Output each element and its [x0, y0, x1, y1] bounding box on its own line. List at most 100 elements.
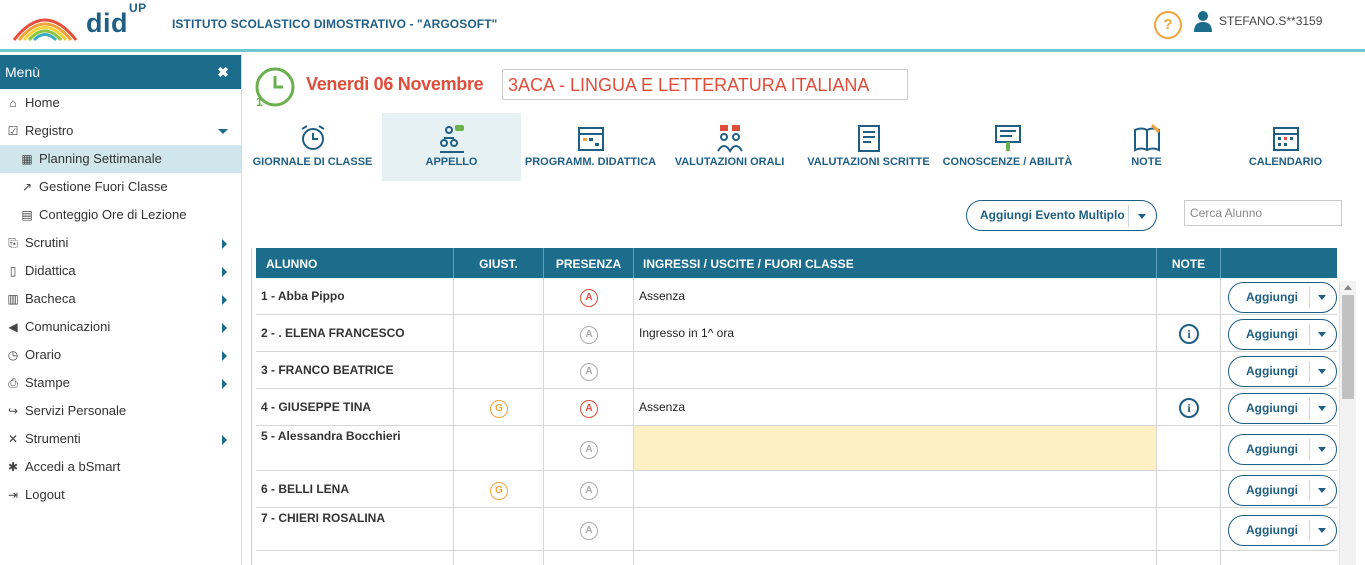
section-tabs: GIORNALE DI CLASSE APPELLO PROGRAMM. DIDAT…	[243, 113, 1358, 181]
tab-valutazioni-orali[interactable]: VALUTAZIONI ORALI	[660, 113, 799, 181]
add-event-button[interactable]: Aggiungi	[1228, 475, 1337, 506]
student-name-cell: 1 - Abba Pippo	[256, 278, 454, 314]
lesson-date: Venerdì 06 Novembre	[306, 74, 484, 94]
divider	[1309, 480, 1310, 501]
presence-badge[interactable]: A	[580, 363, 598, 381]
tab-appello[interactable]: APPELLO	[382, 113, 521, 181]
add-event-button[interactable]: Aggiungi	[1228, 356, 1337, 387]
justified-badge[interactable]: G	[490, 400, 508, 418]
student-name[interactable]: 4 - GIUSEPPE TINA	[261, 400, 371, 414]
sidebar-item-strumenti[interactable]: ✕ Strumenti	[0, 425, 241, 453]
tab-calendario[interactable]: CALENDARIO	[1216, 113, 1355, 181]
info-icon[interactable]: i	[1179, 324, 1199, 344]
megaphone-icon: ◀	[8, 320, 18, 334]
divider	[1309, 361, 1310, 382]
presence-badge[interactable]: A	[580, 400, 598, 418]
ingressi-cell	[634, 471, 1157, 507]
sidebar-item-didattica[interactable]: ▯ Didattica	[0, 257, 241, 285]
student-name[interactable]: 5 - Alessandra Bocchieri	[261, 429, 401, 443]
sidebar-item-logout[interactable]: ⇥ Logout	[0, 481, 241, 509]
tab-valutazioni-scritte[interactable]: VALUTAZIONI SCRITTE	[799, 113, 938, 181]
search-student-input[interactable]	[1184, 200, 1342, 226]
add-event-button[interactable]: Aggiungi	[1228, 282, 1337, 313]
info-icon[interactable]: i	[1179, 398, 1199, 418]
sidebar-item-label: Planning Settimanale	[39, 151, 162, 166]
tab-conoscenze-abilit[interactable]: CONOSCENZE / ABILITÀ	[938, 113, 1077, 181]
presence-badge[interactable]: A	[580, 289, 598, 307]
sidebar-item-scrutini[interactable]: ⎘ Scrutini	[0, 229, 241, 257]
sidebar-item-label: Registro	[25, 123, 74, 138]
note-cell: i	[1157, 389, 1221, 425]
student-name[interactable]: 3 - FRANCO BEATRICE	[261, 363, 393, 377]
sidebar-item-servizi-personale[interactable]: ↪ Servizi Personale	[0, 397, 241, 425]
tab-giornale-di-classe[interactable]: GIORNALE DI CLASSE	[243, 113, 382, 181]
giust-cell	[454, 426, 544, 470]
sidebar-item-label: Comunicazioni	[25, 319, 111, 334]
sidebar-item-conteggio-ore-di-lezione[interactable]: ▤ Conteggio Ore di Lezione	[0, 201, 241, 229]
add-label: Aggiungi	[1246, 364, 1298, 378]
tools-icon: ✕	[7, 432, 19, 446]
note-cell: i	[1157, 315, 1221, 351]
username[interactable]: STEFANO.S**3159	[1219, 14, 1322, 28]
presenza-cell: A	[544, 471, 634, 507]
chevron-down-icon[interactable]	[1318, 488, 1326, 493]
presence-badge[interactable]: A	[580, 522, 598, 540]
divider	[1309, 287, 1310, 308]
chevron-down-icon[interactable]	[1318, 447, 1326, 452]
sidebar-item-registro[interactable]: ☑ Registro	[0, 117, 241, 145]
scroll-thumb[interactable]	[1342, 295, 1354, 399]
table-scrollbar[interactable]	[1339, 281, 1356, 565]
sidebar-item-bacheca[interactable]: ▥ Bacheca	[0, 285, 241, 313]
divider	[1309, 324, 1310, 345]
student-name[interactable]: 7 - CHIERI ROSALINA	[261, 511, 385, 525]
presence-badge[interactable]: A	[580, 326, 598, 344]
add-event-button[interactable]: Aggiungi	[1228, 393, 1337, 424]
close-icon[interactable]: ✖	[217, 55, 229, 89]
sidebar-item-label: Didattica	[25, 263, 76, 278]
presenza-cell: A	[544, 508, 634, 550]
presence-badge[interactable]: A	[580, 482, 598, 500]
tab-note[interactable]: NOTE	[1077, 113, 1216, 181]
sidebar-item-label: Logout	[25, 487, 65, 502]
presenza-cell: A	[544, 389, 634, 425]
tab-programm-didattica[interactable]: PROGRAMM. DIDATTICA	[521, 113, 660, 181]
sidebar-item-home[interactable]: ⌂ Home	[0, 89, 241, 117]
divider	[1309, 520, 1310, 541]
student-name[interactable]: 6 - BELLI LENA	[261, 482, 349, 496]
chevron-down-icon[interactable]	[1318, 295, 1326, 300]
note-cell	[1157, 551, 1221, 565]
class-subject-selector[interactable]: 3ACA - LINGUA E LETTERATURA ITALIANA	[502, 69, 908, 100]
chevron-down-icon[interactable]	[1138, 214, 1146, 219]
scroll-up-icon[interactable]	[1344, 285, 1352, 290]
chevron-down-icon[interactable]	[1318, 332, 1326, 337]
add-multiple-event-button[interactable]: Aggiungi Evento Multiplo	[966, 200, 1157, 231]
sidebar-item-orario[interactable]: ◷ Orario	[0, 341, 241, 369]
add-event-button[interactable]: Aggiungi	[1228, 515, 1337, 546]
header-note: NOTE	[1157, 248, 1221, 278]
sidebar-item-accedi-a-bsmart[interactable]: ✱ Accedi a bSmart	[0, 453, 241, 481]
giust-cell	[454, 278, 544, 314]
external-link-icon: ↗	[21, 180, 33, 194]
ingressi-cell[interactable]	[634, 426, 1157, 470]
sidebar-item-stampe[interactable]: ⎙ Stampe	[0, 369, 241, 397]
chevron-down-icon[interactable]	[1318, 528, 1326, 533]
sidebar-item-planning-settimanale[interactable]: ▦ Planning Settimanale	[0, 145, 241, 173]
student-name[interactable]: 2 - . ELENA FRANCESCO	[261, 326, 405, 340]
header-alunno[interactable]: ALUNNO	[256, 248, 454, 278]
student-name[interactable]: 1 - Abba Pippo	[261, 289, 345, 303]
chevron-down-icon[interactable]	[1318, 369, 1326, 374]
note-cell	[1157, 352, 1221, 388]
justified-badge[interactable]: G	[490, 482, 508, 500]
help-button[interactable]: ?	[1154, 11, 1182, 39]
ingressi-cell	[634, 352, 1157, 388]
sidebar-item-comunicazioni[interactable]: ◀ Comunicazioni	[0, 313, 241, 341]
add-event-button[interactable]: Aggiungi	[1228, 319, 1337, 350]
chevron-down-icon[interactable]	[1318, 406, 1326, 411]
presence-badge[interactable]: A	[580, 441, 598, 459]
tab-label: APPELLO	[425, 156, 478, 168]
sidebar-item-gestione-fuori-classe[interactable]: ↗ Gestione Fuori Classe	[0, 173, 241, 201]
sidebar: Menù ✖ ⌂ Home ☑ Registro ▦ Planning Settimana…	[0, 55, 242, 565]
table-row: 2 - . ELENA FRANCESCO A Ingresso in 1^ ora…	[256, 315, 1337, 352]
add-event-button[interactable]: Aggiungi	[1228, 434, 1337, 465]
giust-cell: G	[454, 471, 544, 507]
